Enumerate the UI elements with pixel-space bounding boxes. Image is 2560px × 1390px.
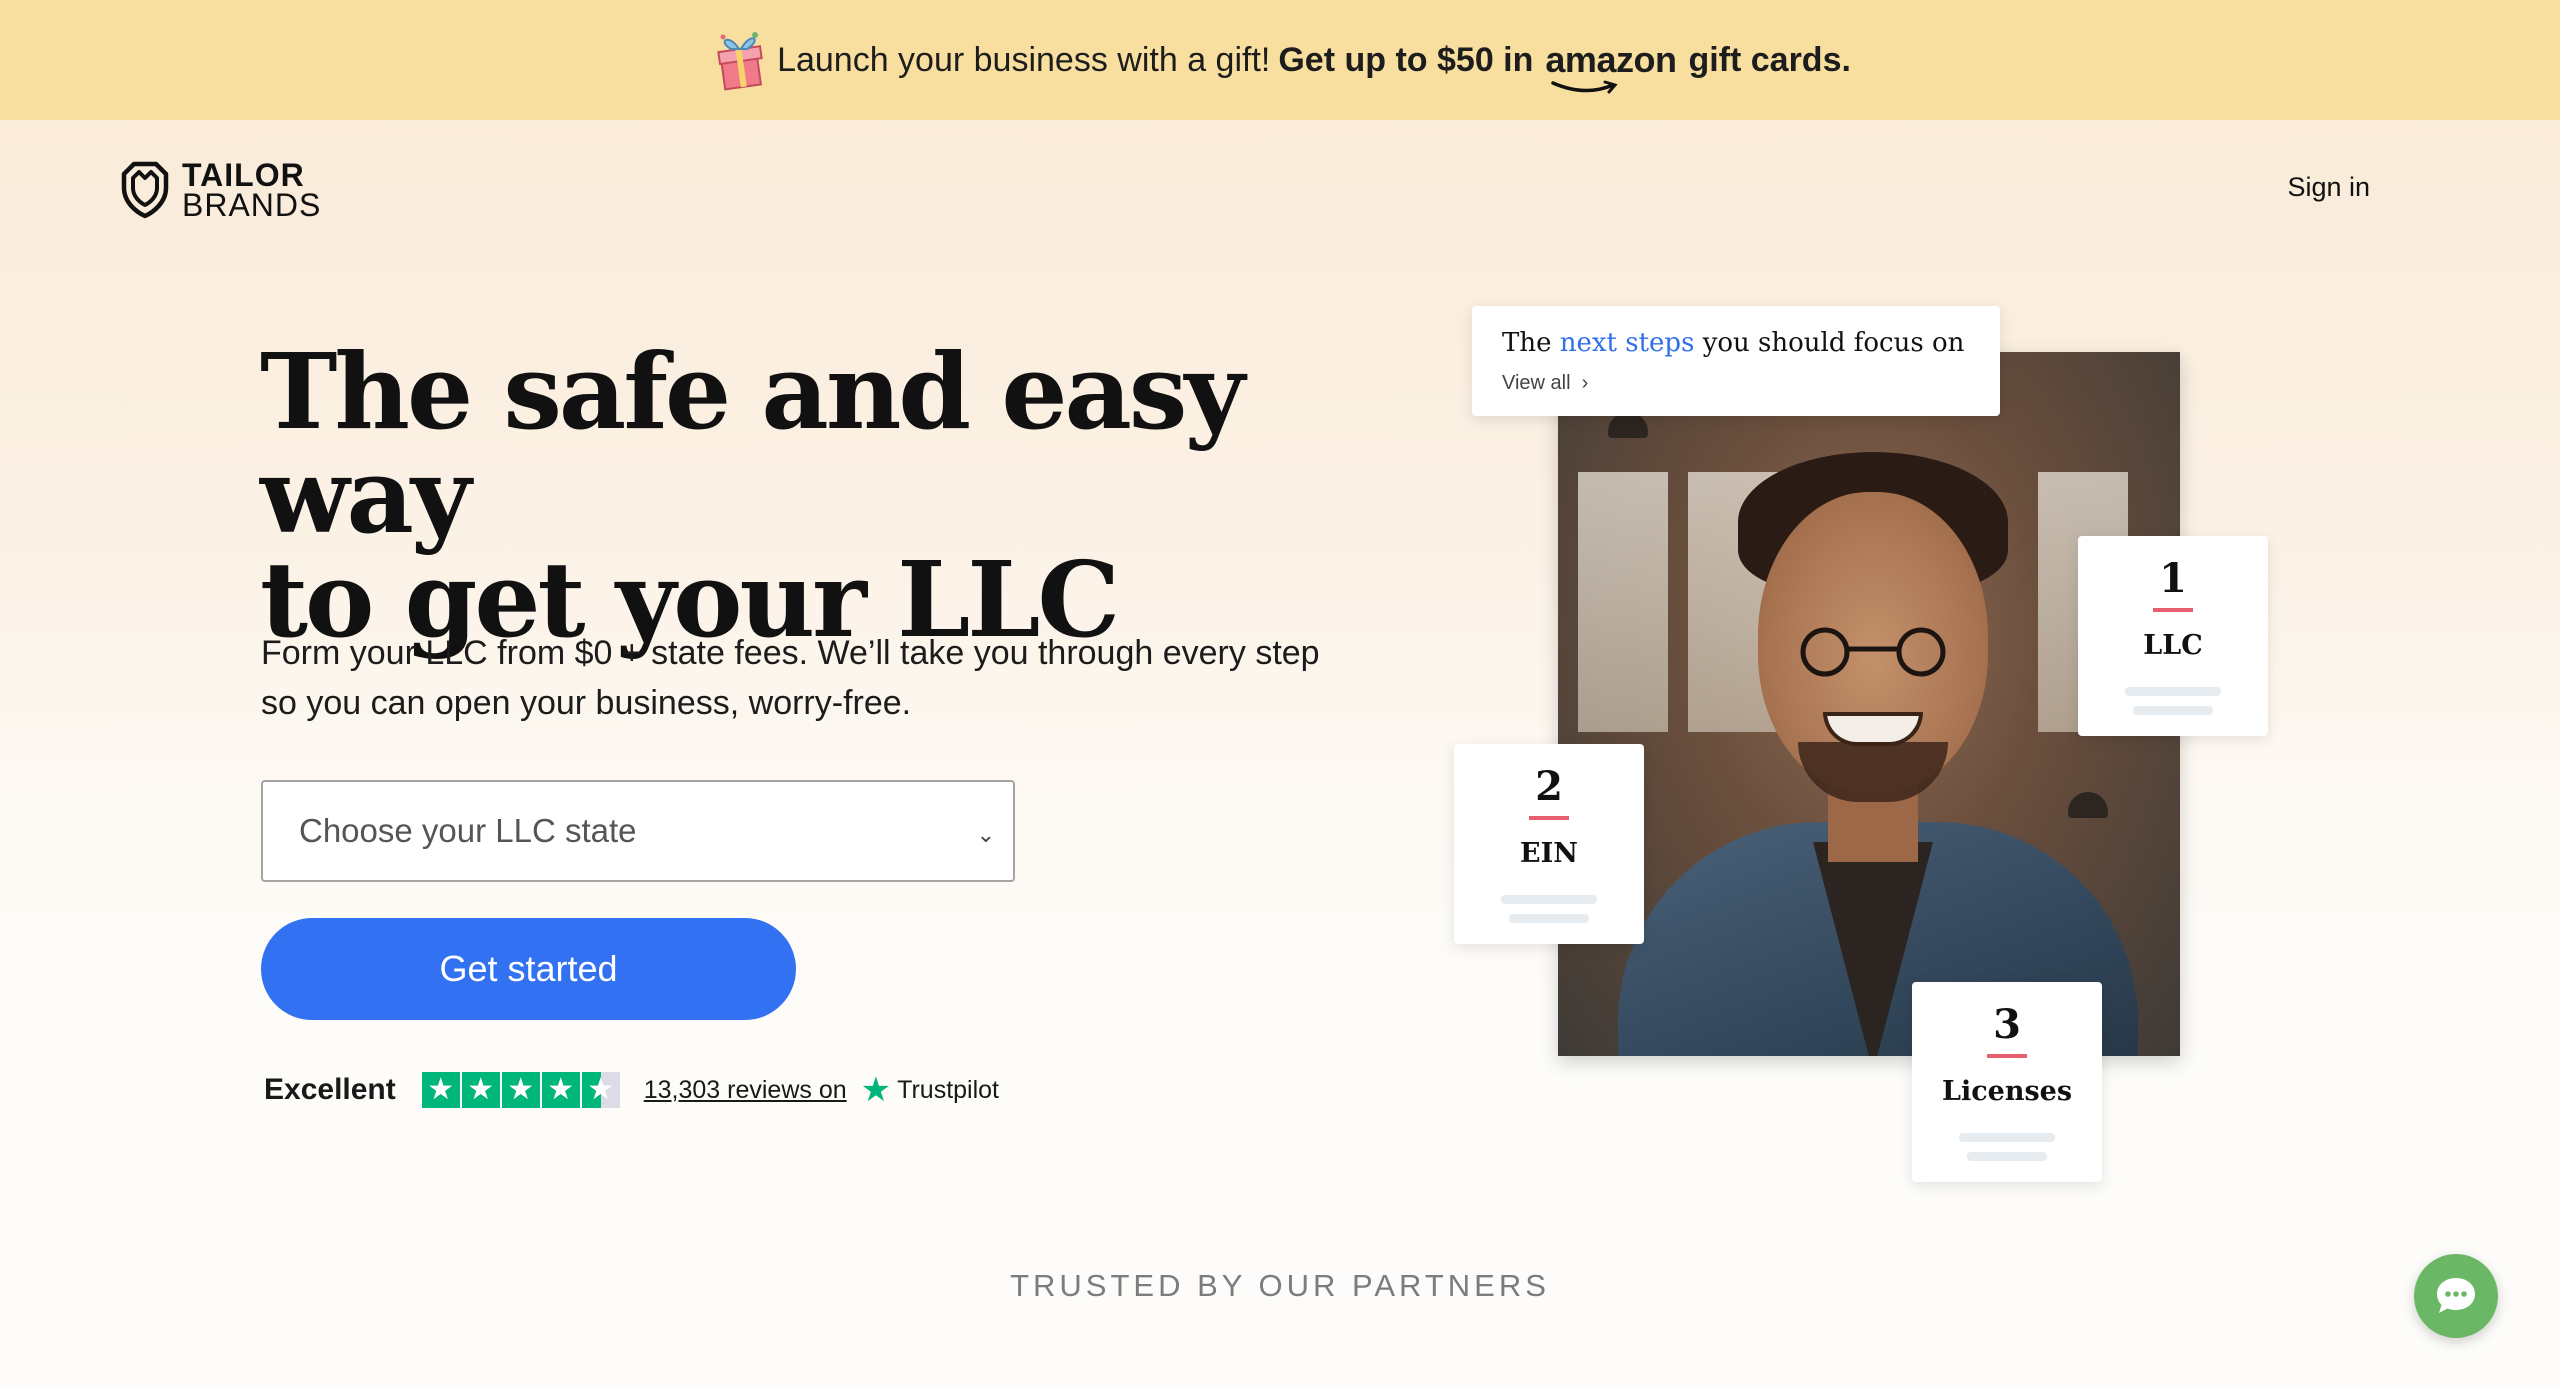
half-star-icon: ★	[581, 1072, 620, 1108]
trustpilot-star-icon: ★	[860, 1071, 892, 1109]
next-steps-title: The next steps you should focus on	[1502, 328, 1970, 358]
step-accent-bar	[1987, 1054, 2027, 1058]
get-started-button[interactable]: Get started	[261, 918, 796, 1020]
promo-offer-text: Get up to $50 in	[1278, 40, 1534, 79]
chat-bubble-icon	[2437, 1278, 2475, 1313]
reviews-link[interactable]: 13,303 reviews on	[644, 1076, 847, 1105]
placeholder-line	[2125, 687, 2221, 696]
step-number: 3	[1993, 1001, 2021, 1048]
glasses-icon	[1800, 627, 1946, 677]
chevron-down-icon: ⌄	[976, 822, 995, 847]
rating-label: Excellent	[264, 1073, 396, 1106]
sign-in-link[interactable]: Sign in	[2287, 172, 2370, 203]
next-steps-card[interactable]: The next steps you should focus on View …	[1472, 306, 2000, 416]
amazon-wordmark: amazon	[1545, 39, 1677, 80]
star-icon: ★	[421, 1072, 460, 1108]
amazon-smile-icon	[1551, 80, 1619, 94]
star-icon: ★	[461, 1072, 500, 1108]
ceiling-lamp	[2068, 792, 2108, 818]
tailor-brands-logo-icon	[121, 161, 169, 219]
trustpilot-logo[interactable]: ★ Trustpilot	[861, 1070, 999, 1110]
promo-suffix-text: gift cards.	[1688, 40, 1851, 79]
promo-lead-text: Launch your business with a gift!	[777, 40, 1271, 79]
next-steps-highlight: next steps	[1559, 328, 1695, 358]
tailor-brands-logo[interactable]: TAILOR BRANDS	[116, 157, 322, 223]
step-number: 2	[1535, 763, 1563, 810]
partners-heading: TRUSTED BY OUR PARTNERS	[1010, 1268, 1550, 1303]
background-window	[1578, 472, 1668, 732]
llc-state-placeholder: Choose your LLC state	[299, 812, 637, 849]
hero-subtitle-line1: Form your LLC from $0 + state fees. We’l…	[261, 634, 1320, 672]
llc-state-select[interactable]: Choose your LLC state ⌄	[261, 780, 1015, 882]
amazon-logo: amazon	[1545, 39, 1677, 94]
step-accent-bar	[1529, 816, 1569, 820]
placeholder-line	[1959, 1133, 2055, 1142]
hero-subtitle-line2: so you can open your business, worry-fre…	[261, 684, 912, 722]
chat-button[interactable]	[2414, 1254, 2498, 1338]
step-number: 1	[2159, 555, 2187, 602]
logo-line1: TAILOR	[182, 157, 305, 193]
trustpilot-rating: Excellent ★ ★ ★ ★ ★ 13,303 reviews on ★ …	[264, 1070, 999, 1110]
hero-title-line1: The safe and easy way	[260, 330, 1245, 557]
chevron-right-icon: ›	[1576, 372, 1589, 394]
next-steps-text-after: you should focus on	[1702, 328, 1965, 358]
step-label: EIN	[1520, 838, 1578, 869]
step-accent-bar	[2153, 608, 2193, 612]
step-label: LLC	[2143, 630, 2203, 661]
placeholder-line	[2133, 706, 2213, 715]
next-steps-text-before: The	[1502, 328, 1552, 358]
step-card-ein: 2 EIN	[1454, 744, 1644, 944]
gift-icon	[717, 32, 763, 91]
logo-line2: BRANDS	[182, 187, 322, 223]
promo-banner[interactable]: Launch your business with a gift! Get up…	[0, 0, 2560, 120]
step-card-llc: 1 LLC	[2078, 536, 2268, 736]
trustpilot-wordmark: Trustpilot	[897, 1075, 1000, 1104]
beard	[1798, 742, 1948, 802]
placeholder-line	[1509, 914, 1589, 923]
view-all-label: View all	[1502, 372, 1571, 394]
rating-stars: ★ ★ ★ ★ ★	[421, 1072, 622, 1108]
step-label: Licenses	[1941, 1076, 2073, 1107]
star-icon: ★	[541, 1072, 580, 1108]
hero-subtitle: Form your LLC from $0 + state fees. We’l…	[261, 628, 1361, 728]
star-icon: ★	[501, 1072, 540, 1108]
placeholder-line	[1501, 895, 1597, 904]
view-all-link[interactable]: View all ›	[1502, 372, 1970, 395]
placeholder-line	[1967, 1152, 2047, 1161]
step-card-licenses: 3 Licenses	[1912, 982, 2102, 1182]
hero-title: The safe and easy way to get your LLC	[260, 340, 1460, 652]
